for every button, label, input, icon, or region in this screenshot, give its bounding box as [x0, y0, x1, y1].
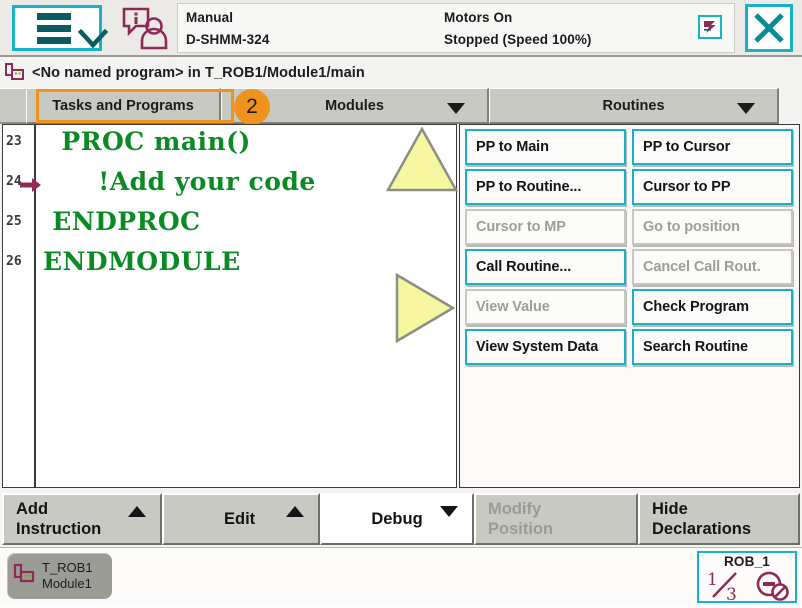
chevron-up-icon [128, 503, 146, 522]
line-code: !Add your code [43, 167, 316, 196]
jog-numerator: 1 [707, 570, 718, 590]
tab-bar-spacer [0, 88, 26, 124]
program-module-icon [4, 62, 26, 84]
breadcrumb: <No named program> in T_ROB1/Module1/mai… [0, 57, 802, 88]
code-line[interactable]: 25 ENDPROC [3, 205, 456, 245]
controller-name-label: D-SHMM-324 [186, 32, 270, 47]
motors-state-label: Motors On [444, 10, 513, 25]
search-routine-button[interactable]: Search Routine [632, 329, 793, 365]
view-system-data-button[interactable]: View System Data [465, 329, 626, 365]
operating-mode-field[interactable]: Manual D-SHMM-324 [178, 4, 436, 52]
tab-tasks-and-programs-label: Tasks and Programs [52, 97, 194, 114]
hide-declarations-button[interactable]: Hide Declarations [638, 493, 800, 545]
program-editor[interactable]: 23 PROC main() 24 !Add your code 25 ENDP [2, 124, 457, 488]
chevron-down-icon [447, 102, 465, 118]
taskbar: T_ROB1 Module1 ROB_1 1 3 [0, 547, 802, 605]
pp-to-main-button[interactable]: PP to Main [465, 129, 626, 165]
step-badge: 2 [234, 89, 270, 125]
hide-declarations-label: Hide Declarations [652, 500, 752, 538]
view-value-button: View Value [465, 289, 626, 325]
quickset-jog-panel[interactable]: ROB_1 1 3 [697, 551, 797, 606]
rapid-execution-icon[interactable] [698, 15, 722, 39]
debug-action-panel: PP to Main PP to Cursor PP to Routine...… [459, 124, 800, 488]
call-routine-button[interactable]: Call Routine... [465, 249, 626, 285]
chevron-down-icon [440, 503, 458, 522]
main-content: 23 PROC main() 24 !Add your code 25 ENDP [0, 124, 802, 492]
bottom-toolbar: Add Instruction Edit Debug Modify Positi… [2, 493, 800, 545]
tab-tasks-and-programs[interactable]: Tasks and Programs [26, 88, 221, 124]
selector-tab-bar: Tasks and Programs Modules Routines [0, 88, 802, 124]
edit-button[interactable]: Edit [162, 493, 320, 545]
line-code: ENDMODULE [43, 247, 241, 276]
chevron-up-icon [286, 503, 304, 522]
operator-info-icon[interactable] [120, 6, 170, 51]
program-module-icon [13, 562, 37, 591]
debug-button[interactable]: Debug [320, 493, 474, 545]
code-line[interactable]: 24 !Add your code [3, 165, 456, 205]
code-line[interactable]: 23 PROC main() [3, 125, 456, 165]
status-bar: Manual D-SHMM-324 Motors On Stopped (Spe… [0, 0, 802, 57]
pp-to-routine-button[interactable]: PP to Routine... [465, 169, 626, 205]
jog-increment-fraction: 1 3 [706, 569, 750, 608]
jog-disabled-icon [754, 569, 790, 606]
line-number: 25 [6, 214, 22, 229]
operating-mode-label: Manual [186, 10, 234, 25]
modify-position-button: Modify Position [474, 493, 638, 545]
add-instruction-button[interactable]: Add Instruction [2, 493, 162, 545]
program-pointer-arrow-icon [20, 177, 42, 193]
edit-label: Edit [224, 510, 256, 528]
modify-position-label: Modify Position [488, 500, 554, 538]
debug-button-grid: PP to Main PP to Cursor PP to Routine...… [465, 129, 794, 365]
status-fields: Manual D-SHMM-324 Motors On Stopped (Spe… [177, 3, 735, 53]
cancel-call-routine-button: Cancel Call Rout. [632, 249, 793, 285]
go-to-position-button: Go to position [632, 209, 793, 245]
hamburger-menu-icon [36, 12, 71, 44]
debug-label: Debug [371, 510, 423, 528]
tab-routines[interactable]: Routines [489, 88, 779, 124]
jog-denominator: 3 [726, 585, 737, 603]
taskbar-item-label: T_ROB1 Module1 [42, 560, 93, 591]
pp-to-cursor-button[interactable]: PP to Cursor [632, 129, 793, 165]
tab-routines-label: Routines [602, 97, 665, 114]
robot-name-label: ROB_1 [723, 554, 770, 569]
page-title: <No named program> in T_ROB1/Module1/mai… [32, 64, 365, 81]
cursor-to-pp-button[interactable]: Cursor to PP [632, 169, 793, 205]
tab-modules-label: Modules [325, 97, 384, 114]
execution-state-label: Stopped (Speed 100%) [444, 32, 592, 47]
line-code: PROC main() [43, 127, 251, 156]
line-code: ENDPROC [43, 207, 201, 236]
taskbar-item-program-editor[interactable]: T_ROB1 Module1 [7, 553, 112, 599]
motors-state-field[interactable]: Motors On Stopped (Speed 100%) [436, 4, 704, 52]
add-instruction-label: Add Instruction [16, 500, 102, 538]
main-menu-button[interactable] [12, 5, 108, 51]
close-button[interactable] [745, 4, 793, 52]
chevron-down-icon [737, 102, 755, 118]
line-number: 26 [6, 254, 22, 269]
cursor-to-mp-button: Cursor to MP [465, 209, 626, 245]
line-number: 23 [6, 134, 22, 149]
code-lines: 23 PROC main() 24 !Add your code 25 ENDP [3, 125, 456, 285]
check-program-button[interactable]: Check Program [632, 289, 793, 325]
flexpendant-screen: Manual D-SHMM-324 Motors On Stopped (Spe… [0, 0, 802, 605]
code-line[interactable]: 26 ENDMODULE [3, 245, 456, 285]
close-icon [754, 13, 784, 43]
